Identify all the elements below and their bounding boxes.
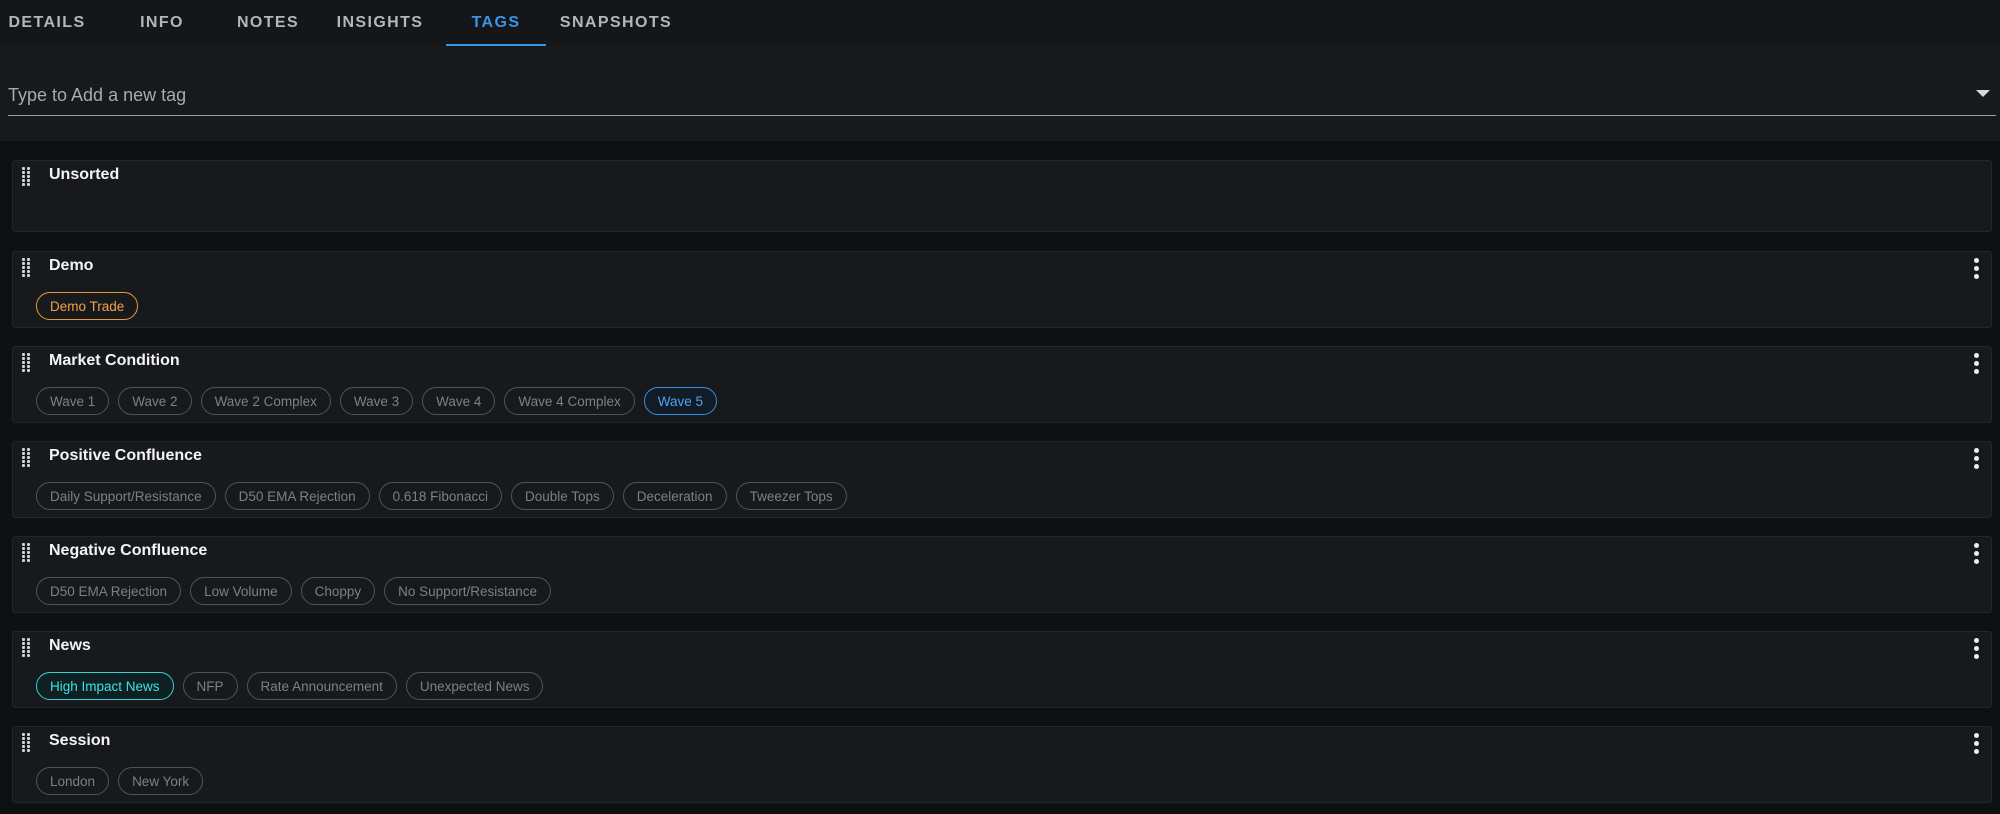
tab-tags[interactable]: TAGS — [446, 0, 546, 46]
tab-bar: DETAILS INFO NOTES INSIGHTS TAGS SNAPSHO… — [0, 0, 2000, 46]
tag-chip-list: D50 EMA Rejection Low Volume Choppy No Supp… — [36, 577, 551, 605]
tag-chip[interactable]: D50 EMA Rejection — [224, 482, 370, 510]
tag-input-container — [8, 76, 1996, 160]
drag-handle-icon[interactable] — [22, 258, 32, 278]
drag-handle-icon[interactable] — [22, 733, 32, 753]
more-vertical-icon[interactable] — [1971, 638, 1981, 660]
tag-group: Session London New York — [12, 726, 1992, 803]
tag-chip[interactable]: Tweezer Tops — [735, 482, 847, 510]
tag-group: Market Condition Wave 1 Wave 2 Wave 2 Compl… — [12, 346, 1992, 423]
tag-input-panel — [0, 46, 2000, 141]
tag-chip[interactable]: Wave 1 — [36, 387, 110, 415]
drag-handle-icon[interactable] — [22, 543, 32, 563]
tag-chip-list: Demo Trade — [36, 292, 139, 320]
tag-chip[interactable]: Wave 2 Complex — [200, 387, 331, 415]
tag-chip[interactable]: Choppy — [300, 577, 376, 605]
tag-chip[interactable]: Unexpected News — [405, 672, 544, 700]
tag-chip[interactable]: Wave 5 — [643, 387, 717, 415]
tag-chip[interactable]: High Impact News — [36, 672, 174, 700]
tag-group-title: Session — [49, 732, 111, 749]
tag-chip[interactable]: Wave 2 — [118, 387, 192, 415]
tag-chip[interactable]: D50 EMA Rejection — [36, 577, 182, 605]
more-vertical-icon[interactable] — [1971, 733, 1981, 755]
tag-group: Positive Confluence Daily Support/Resista… — [12, 441, 1992, 518]
drag-handle-icon[interactable] — [22, 353, 32, 373]
tag-chip[interactable]: Demo Trade — [36, 292, 139, 320]
tag-chip[interactable]: Rate Announcement — [246, 672, 397, 700]
more-vertical-icon[interactable] — [1971, 543, 1981, 565]
tag-chip[interactable]: Daily Support/Resistance — [36, 482, 216, 510]
tag-chip-list: London New York — [36, 767, 204, 795]
tag-group-title: Negative Confluence — [49, 542, 208, 559]
tag-chip[interactable]: No Support/Resistance — [384, 577, 551, 605]
more-vertical-icon[interactable] — [1971, 353, 1981, 375]
tag-chip[interactable]: Wave 4 Complex — [504, 387, 635, 415]
tab-notes[interactable]: NOTES — [222, 0, 314, 46]
tab-details[interactable]: DETAILS — [0, 0, 94, 46]
tag-chip-list: High Impact News NFP Rate Announcement Unex… — [36, 672, 544, 700]
tag-group-title: Positive Confluence — [49, 447, 202, 464]
drag-handle-icon[interactable] — [22, 167, 32, 187]
tag-chip[interactable]: Deceleration — [622, 482, 727, 510]
tag-chip[interactable]: 0.618 Fibonacci — [378, 482, 502, 510]
drag-handle-icon[interactable] — [22, 448, 32, 468]
more-vertical-icon[interactable] — [1971, 448, 1981, 470]
drag-handle-icon[interactable] — [22, 638, 32, 658]
tag-group-title: Demo — [49, 257, 94, 274]
tag-chip[interactable]: Low Volume — [190, 577, 292, 605]
tab-insights[interactable]: INSIGHTS — [314, 0, 446, 46]
tag-group: Negative Confluence D50 EMA Rejection Low … — [12, 536, 1992, 613]
tab-info[interactable]: INFO — [106, 0, 218, 46]
tag-chip[interactable]: NFP — [182, 672, 238, 700]
tag-chip[interactable]: London — [36, 767, 110, 795]
tag-group-title: News — [49, 637, 91, 654]
tag-chip[interactable]: Wave 3 — [339, 387, 414, 415]
tag-chip[interactable]: Wave 4 — [422, 387, 496, 415]
tag-chip-list: Wave 1 Wave 2 Wave 2 Complex Wave 3 Wave 4 Wa… — [36, 387, 717, 415]
tag-chip[interactable]: Double Tops — [510, 482, 614, 510]
tag-chip-list: Daily Support/Resistance D50 EMA Rejectio… — [36, 482, 847, 510]
tab-snapshots[interactable]: SNAPSHOTS — [546, 0, 686, 46]
tag-chip[interactable]: New York — [118, 767, 204, 795]
chevron-down-icon[interactable] — [1976, 90, 1990, 97]
tag-group: News High Impact News NFP Rate Announcement… — [12, 631, 1992, 708]
more-vertical-icon[interactable] — [1971, 258, 1981, 280]
new-tag-input[interactable] — [8, 76, 1996, 116]
tag-group-title: Unsorted — [49, 166, 120, 183]
tag-group: Unsorted — [12, 160, 1992, 232]
tag-group-title: Market Condition — [49, 352, 180, 369]
tag-group: Demo Demo Trade — [12, 251, 1992, 328]
